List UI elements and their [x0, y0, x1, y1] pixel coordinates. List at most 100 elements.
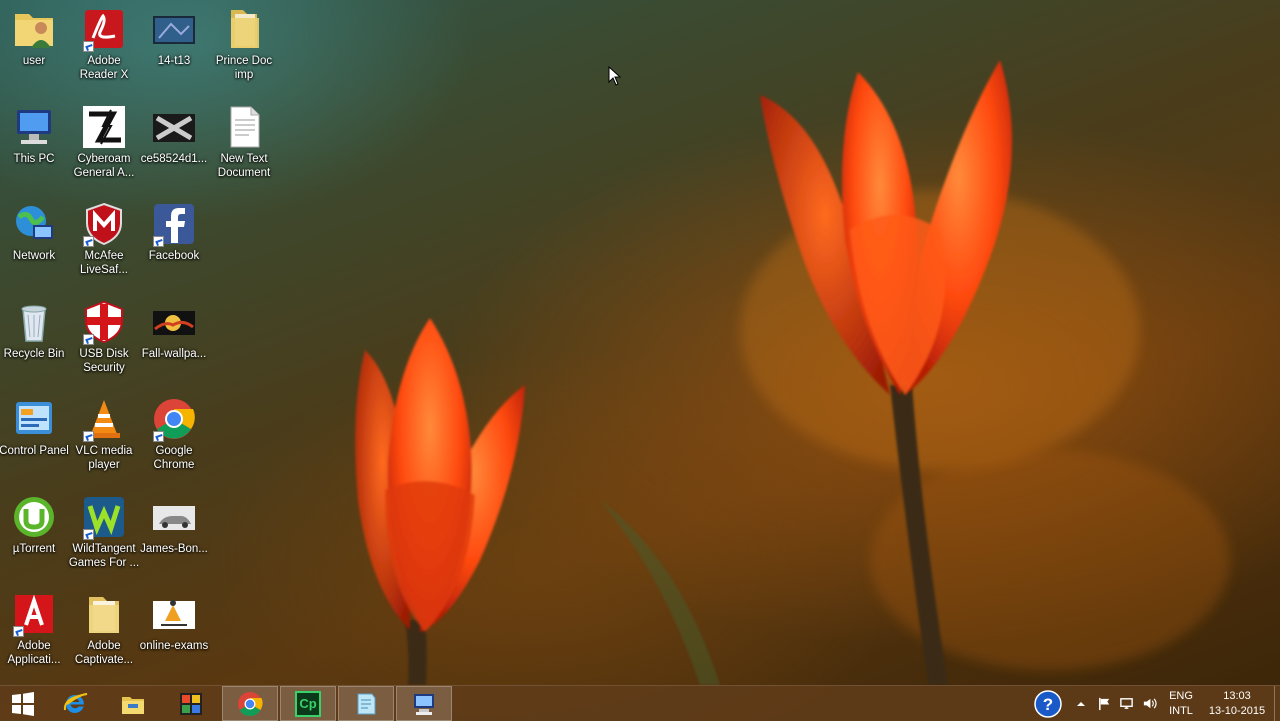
- mcafee-icon: [81, 201, 127, 247]
- clock-time: 13:03: [1223, 689, 1251, 702]
- internet-explorer-icon: [63, 692, 88, 713]
- adobe-reader-icon: [81, 6, 127, 52]
- desktop-icon-facebook[interactable]: Facebook: [138, 201, 210, 263]
- puzzle-icon: [180, 692, 202, 715]
- desktop-icon-label: New Text Document: [217, 153, 271, 179]
- clock-date: 13-10-2015: [1208, 704, 1266, 717]
- network-status-icon: [1119, 698, 1133, 709]
- desktop-icon-control-panel[interactable]: Control Panel: [0, 396, 70, 458]
- desktop-icon-vlc[interactable]: VLC media player: [68, 396, 140, 472]
- desktop-icon-prince-doc-imp[interactable]: Prince Doc imp: [208, 6, 280, 82]
- desktop-icon-label: This PC: [13, 153, 55, 165]
- language-code: ENG: [1169, 689, 1193, 702]
- keyboard-layout: INTL: [1169, 704, 1193, 717]
- desktop-icon-cyberoam[interactable]: Cyberoam General A...: [68, 104, 140, 180]
- image-file-icon: [151, 494, 197, 540]
- desktop-icon-fall-wallpaper[interactable]: Fall-wallpa...: [138, 299, 210, 361]
- desktop-icon-adobe-reader[interactable]: Adobe Reader X: [68, 6, 140, 82]
- desktop-icon-label: WildTangent Games For ...: [68, 543, 140, 569]
- desktop-icon-label: VLC media player: [75, 445, 133, 471]
- desktop-icon-label: McAfee LiveSaf...: [80, 250, 128, 276]
- volume-button[interactable]: [1139, 686, 1159, 721]
- taskbar-puzzle-app[interactable]: [163, 686, 219, 721]
- remote-desktop-icon: [414, 693, 434, 715]
- action-center-button[interactable]: [1094, 686, 1114, 721]
- desktop-icon-label: Fall-wallpa...: [141, 348, 207, 360]
- shortcut-arrow-icon: [153, 431, 164, 442]
- file-explorer-icon: [122, 696, 144, 714]
- show-hidden-icons-button[interactable]: [1072, 686, 1090, 721]
- captivate-icon-text: Cp: [299, 696, 317, 711]
- desktop-icon-usb-disk-security[interactable]: USB Disk Security: [68, 299, 140, 375]
- desktop-icon-network[interactable]: Network: [0, 201, 70, 263]
- chevron-up-icon: [1077, 701, 1085, 706]
- recycle-bin-icon: [11, 299, 57, 345]
- desktop-icon-recycle-bin[interactable]: Recycle Bin: [0, 299, 70, 361]
- desktop-icon-label: 14-t13: [157, 55, 191, 67]
- desktop-icon-james-bond[interactable]: James-Bon...: [138, 494, 210, 556]
- desktop-icon-ce58524d1[interactable]: ce58524d1...: [138, 104, 210, 166]
- taskbar-notepad-window[interactable]: [338, 686, 394, 721]
- taskbar-adobe-captivate[interactable]: Cp: [280, 686, 336, 721]
- image-file-icon: [151, 299, 197, 345]
- chrome-icon: [151, 396, 197, 442]
- start-button[interactable]: [0, 686, 46, 721]
- input-language-button[interactable]: ENG INTL: [1163, 686, 1199, 721]
- desktop-icon-label: Prince Doc imp: [215, 55, 273, 81]
- desktop-icon-online-exams[interactable]: online-exams: [138, 591, 210, 653]
- wildtangent-icon: [81, 494, 127, 540]
- svg-text:?: ?: [1043, 695, 1053, 714]
- taskbar-remote-desktop[interactable]: [396, 686, 452, 721]
- control-panel-icon: [11, 396, 57, 442]
- captivate-icon: Cp: [295, 690, 321, 717]
- shortcut-arrow-icon: [83, 334, 94, 345]
- user-folder-icon: [11, 6, 57, 52]
- desktop-icon-utorrent[interactable]: µTorrent: [0, 494, 70, 556]
- desktop-icon-label: Cyberoam General A...: [73, 153, 135, 179]
- desktop-icon-wildtangent[interactable]: WildTangent Games For ...: [68, 494, 140, 570]
- desktop-icon-mcafee[interactable]: McAfee LiveSaf...: [68, 201, 140, 277]
- desktop-icon-label: Control Panel: [0, 445, 69, 457]
- facebook-icon: [151, 201, 197, 247]
- show-desktop-button[interactable]: [1274, 686, 1280, 721]
- desktop-icon-label: Adobe Captivate...: [74, 640, 134, 666]
- flag-icon: [1098, 697, 1109, 711]
- desktop-icon-label: Facebook: [148, 250, 200, 262]
- notepad-icon: [357, 693, 376, 714]
- desktop-icon-14-t13[interactable]: 14-t13: [138, 6, 210, 68]
- folder-icon: [81, 591, 127, 637]
- taskbar-file-explorer[interactable]: [105, 686, 161, 721]
- desktop-icon-adobe-application-manager[interactable]: Adobe Applicati...: [0, 591, 70, 667]
- image-file-icon: [151, 591, 197, 637]
- desktop-icon-label: ce58524d1...: [140, 153, 208, 165]
- computer-icon: [11, 104, 57, 150]
- shield-icon: [81, 299, 127, 345]
- shortcut-arrow-icon: [83, 431, 94, 442]
- desktop-icon-label: Adobe Reader X: [79, 55, 129, 81]
- desktop-icon-adobe-captivate[interactable]: Adobe Captivate...: [68, 591, 140, 667]
- vlc-icon: [81, 396, 127, 442]
- desktop-icon-this-pc[interactable]: This PC: [0, 104, 70, 166]
- desktop-icon-label: James-Bon...: [140, 543, 208, 555]
- taskbar-google-chrome[interactable]: [222, 686, 278, 721]
- shortcut-arrow-icon: [153, 236, 164, 247]
- desktop-icon-new-text-document[interactable]: New Text Document: [208, 104, 280, 180]
- adobe-app-manager-icon: [11, 591, 57, 637]
- desktop-icon-label: online-exams: [139, 640, 209, 652]
- cyberoam-icon: [81, 104, 127, 150]
- desktop-icon-label: USB Disk Security: [79, 348, 129, 374]
- network-icon: [11, 201, 57, 247]
- help-button[interactable]: ?: [1032, 686, 1064, 721]
- shortcut-arrow-icon: [13, 626, 24, 637]
- desktop-icon-user[interactable]: user: [0, 6, 70, 68]
- shortcut-arrow-icon: [83, 41, 94, 52]
- network-tray-button[interactable]: [1116, 686, 1136, 721]
- chrome-icon: [238, 691, 263, 716]
- speaker-icon: [1143, 698, 1157, 709]
- image-file-icon: [151, 104, 197, 150]
- clock-button[interactable]: 13:03 13-10-2015: [1202, 686, 1272, 721]
- mouse-cursor-icon: [608, 66, 622, 86]
- desktop-icon-google-chrome[interactable]: Google Chrome: [138, 396, 210, 472]
- desktop-icon-label: Google Chrome: [153, 445, 195, 471]
- taskbar-internet-explorer[interactable]: [47, 686, 103, 721]
